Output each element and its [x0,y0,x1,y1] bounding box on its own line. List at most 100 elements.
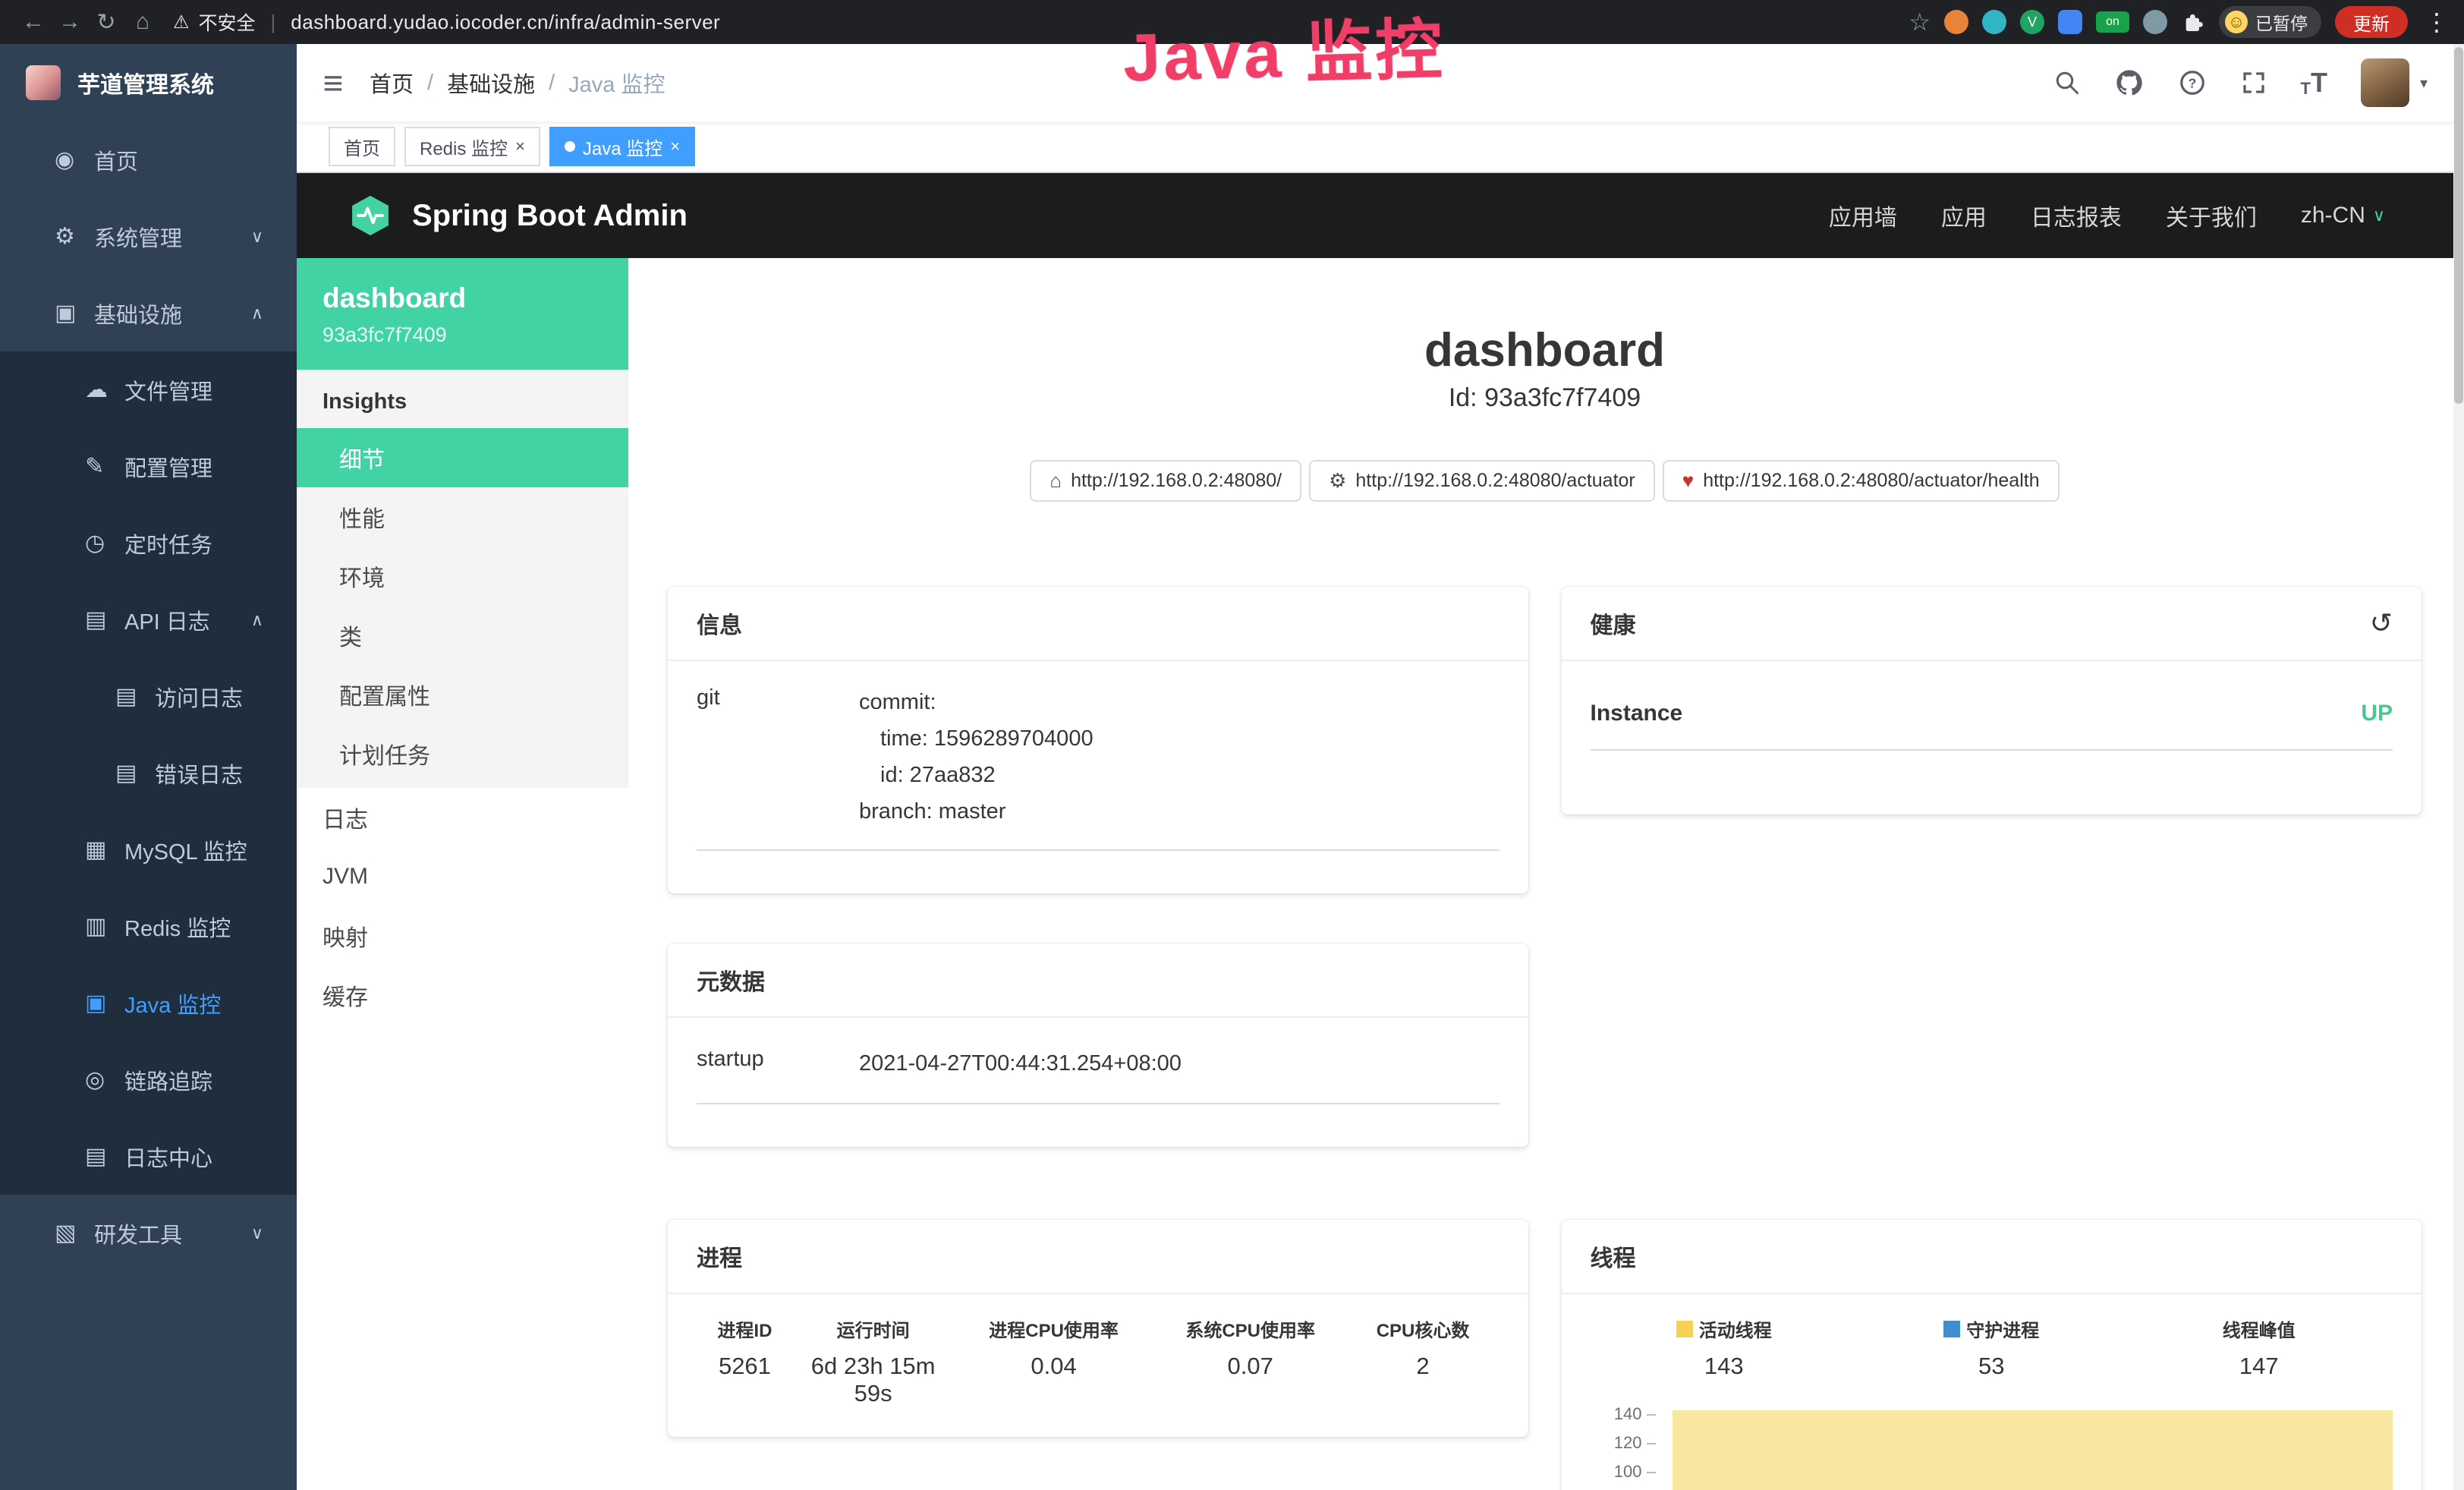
close-icon[interactable]: × [670,137,680,156]
sidebar-item-error-logs[interactable]: ▤ 错误日志 [0,735,297,811]
extension-icon-drop[interactable] [1982,10,2006,34]
reload-icon[interactable]: ↻ [88,9,124,36]
sba-sidebar-item-jvm[interactable]: JVM [297,847,628,906]
info-value: commit: time: 1596289704000 id: 27aa832 … [859,684,1094,830]
health-label: Instance [1591,701,1683,726]
document-icon: ▤ [85,606,124,633]
metadata-value: 2021-04-27T00:44:31.254+08:00 [859,1045,1182,1082]
fullscreen-icon[interactable] [2240,69,2267,96]
breadcrumb-item-home[interactable]: 首页 [370,67,414,99]
sba-instance-header[interactable]: dashboard 93a3fc7f7409 [297,258,628,370]
sidebar-item-config-mgmt[interactable]: ✎ 配置管理 [0,428,297,505]
health-url-link[interactable]: ♥ http://192.168.0.2:48080/actuator/heal… [1663,460,2060,502]
extensions-puzzle-icon[interactable] [2181,10,2205,34]
toolbox-icon: ▧ [55,1220,94,1246]
sidebar-item-system-mgmt[interactable]: ⚙ 系统管理 ∨ [0,198,297,275]
page-scrollbar[interactable] [2453,44,2464,1490]
cell-value: 0.04 [953,1353,1153,1380]
font-size-icon[interactable]: TT [2301,67,2327,99]
sba-sidebar-item-loggers[interactable]: 日志 [297,788,628,847]
threads-card: 线程 活动线程 143 [1562,1220,2422,1490]
breadcrumb-item-infrastructure[interactable]: 基础设施 [447,67,535,99]
sba-sidebar-item-mappings[interactable]: 映射 [297,906,628,966]
column-header: 进程CPU使用率 [953,1315,1153,1342]
instance-id-line: Id: 93a3fc7f7409 [668,383,2422,413]
chrome-update-button[interactable]: 更新 [2335,6,2408,38]
extension-icon-v[interactable]: V [2020,10,2044,34]
sba-sidebar-item-environment[interactable]: 环境 [297,547,628,606]
forward-icon[interactable]: → [52,9,88,35]
legend-daemon-threads: 守护进程 53 [1858,1315,2126,1380]
sba-sidebar-item-config-properties[interactable]: 配置属性 [297,665,628,724]
sidebar-item-infrastructure[interactable]: ▣ 基础设施 ∧ [0,275,297,351]
url-text[interactable]: dashboard.yudao.iocoder.cn/infra/admin-s… [291,11,720,34]
sba-instance-sidebar: dashboard 93a3fc7f7409 Insights 细节 性能 环境… [297,258,628,1490]
sidebar-item-log-center[interactable]: ▤ 日志中心 [0,1118,297,1195]
sidebar-item-dev-tools[interactable]: ▧ 研发工具 ∨ [0,1195,297,1271]
browser-profile-badge[interactable]: ☺ 已暂停 [2219,6,2321,38]
sidebar-item-label: 系统管理 [94,221,182,253]
extension-icon-fox[interactable] [1944,10,1968,34]
tag-label: Java 监控 [583,134,662,160]
extension-icon-on-badge[interactable]: on [2096,11,2129,33]
sidebar-item-api-logs[interactable]: ▤ API 日志 ∧ [0,581,297,658]
bookmark-star-icon[interactable]: ☆ [1909,8,1931,36]
legend-swatch-blue [1943,1321,1960,1337]
service-url-link[interactable]: ⌂ http://192.168.0.2:48080/ [1030,460,1301,502]
monitor-icon: ▣ [85,990,124,1016]
link-url: http://192.168.0.2:48080/actuator [1355,470,1635,492]
tag-redis-monitor[interactable]: Redis 监控 × [404,127,540,166]
actuator-url-link[interactable]: ⚙ http://192.168.0.2:48080/actuator [1309,460,1655,502]
scrollbar-thumb[interactable] [2454,47,2463,404]
sba-sidebar-item-performance[interactable]: 性能 [297,487,628,547]
close-icon[interactable]: × [515,137,525,156]
layers-icon: ▥ [85,913,124,940]
sidebar-item-home[interactable]: ◉ 首页 [0,121,297,198]
sidebar-logo[interactable]: 芋道管理系统 [0,44,297,121]
database-icon: ▦ [85,836,124,863]
help-icon[interactable]: ? [2178,68,2207,97]
cell-value: 2 [1347,1353,1499,1380]
github-icon[interactable] [2114,68,2145,98]
user-menu[interactable]: ▾ [2361,58,2428,107]
sidebar-item-redis-monitor[interactable]: ▥ Redis 监控 [0,888,297,965]
document-icon: ▤ [115,760,155,786]
sidebar-item-scheduled-jobs[interactable]: ◷ 定时任务 [0,505,297,581]
extension-icon-leaf[interactable] [2143,10,2167,34]
tag-home[interactable]: 首页 [329,127,395,166]
security-warning-label[interactable]: 不安全 [199,8,256,36]
sidebar-item-java-monitor[interactable]: ▣ Java 监控 [0,965,297,1041]
card-title: 健康 [1591,606,1636,640]
address-bar[interactable]: ⚠ 不安全 | dashboard.yudao.iocoder.cn/infra… [173,8,720,36]
sba-nav-applications[interactable]: 应用 [1941,199,1987,232]
history-icon[interactable]: ↺ [2370,607,2393,639]
sba-brand-title[interactable]: Spring Boot Admin [412,199,688,233]
extension-icon-grid[interactable] [2058,10,2082,34]
search-icon[interactable] [2053,69,2081,96]
sidebar-item-access-logs[interactable]: ▤ 访问日志 [0,658,297,735]
legend-label: 活动线程 [1699,1315,1772,1342]
sidebar-item-tracing[interactable]: ◎ 链路追踪 [0,1041,297,1118]
sba-nav-about[interactable]: 关于我们 [2166,199,2257,232]
sba-sidebar-item-caches[interactable]: 缓存 [297,966,628,1025]
sba-sidebar-item-classes[interactable]: 类 [297,606,628,665]
sba-sidebar-item-details[interactable]: 细节 [297,428,628,487]
browser-menu-icon[interactable]: ⋮ [2425,8,2449,36]
legend-swatch-yellow [1676,1321,1693,1337]
home-icon[interactable]: ⌂ [124,9,161,35]
sba-sidebar-item-scheduled-tasks[interactable]: 计划任务 [297,724,628,783]
tag-java-monitor[interactable]: Java 监控 × [549,127,695,166]
sba-locale-select[interactable]: zh-CN ∨ [2301,203,2385,228]
gear-icon: ⚙ [55,223,94,250]
avatar[interactable] [2361,58,2409,107]
profile-avatar-icon: ☺ [2225,11,2248,33]
live-threads-area [1673,1410,2393,1490]
detail-cards: 信息 git commit: time: 1596289704000 id: 2… [668,587,2422,1490]
back-icon[interactable]: ← [15,9,52,35]
sidebar-item-mysql-monitor[interactable]: ▦ MySQL 监控 [0,811,297,888]
sidebar-toggle-icon[interactable]: ≡ [297,62,370,103]
legend-label: 守护进程 [1966,1315,2039,1342]
sidebar-item-file-mgmt[interactable]: ☁ 文件管理 [0,351,297,428]
sba-nav-wallboard[interactable]: 应用墙 [1829,199,1897,232]
sba-nav-journal[interactable]: 日志报表 [2031,199,2122,232]
